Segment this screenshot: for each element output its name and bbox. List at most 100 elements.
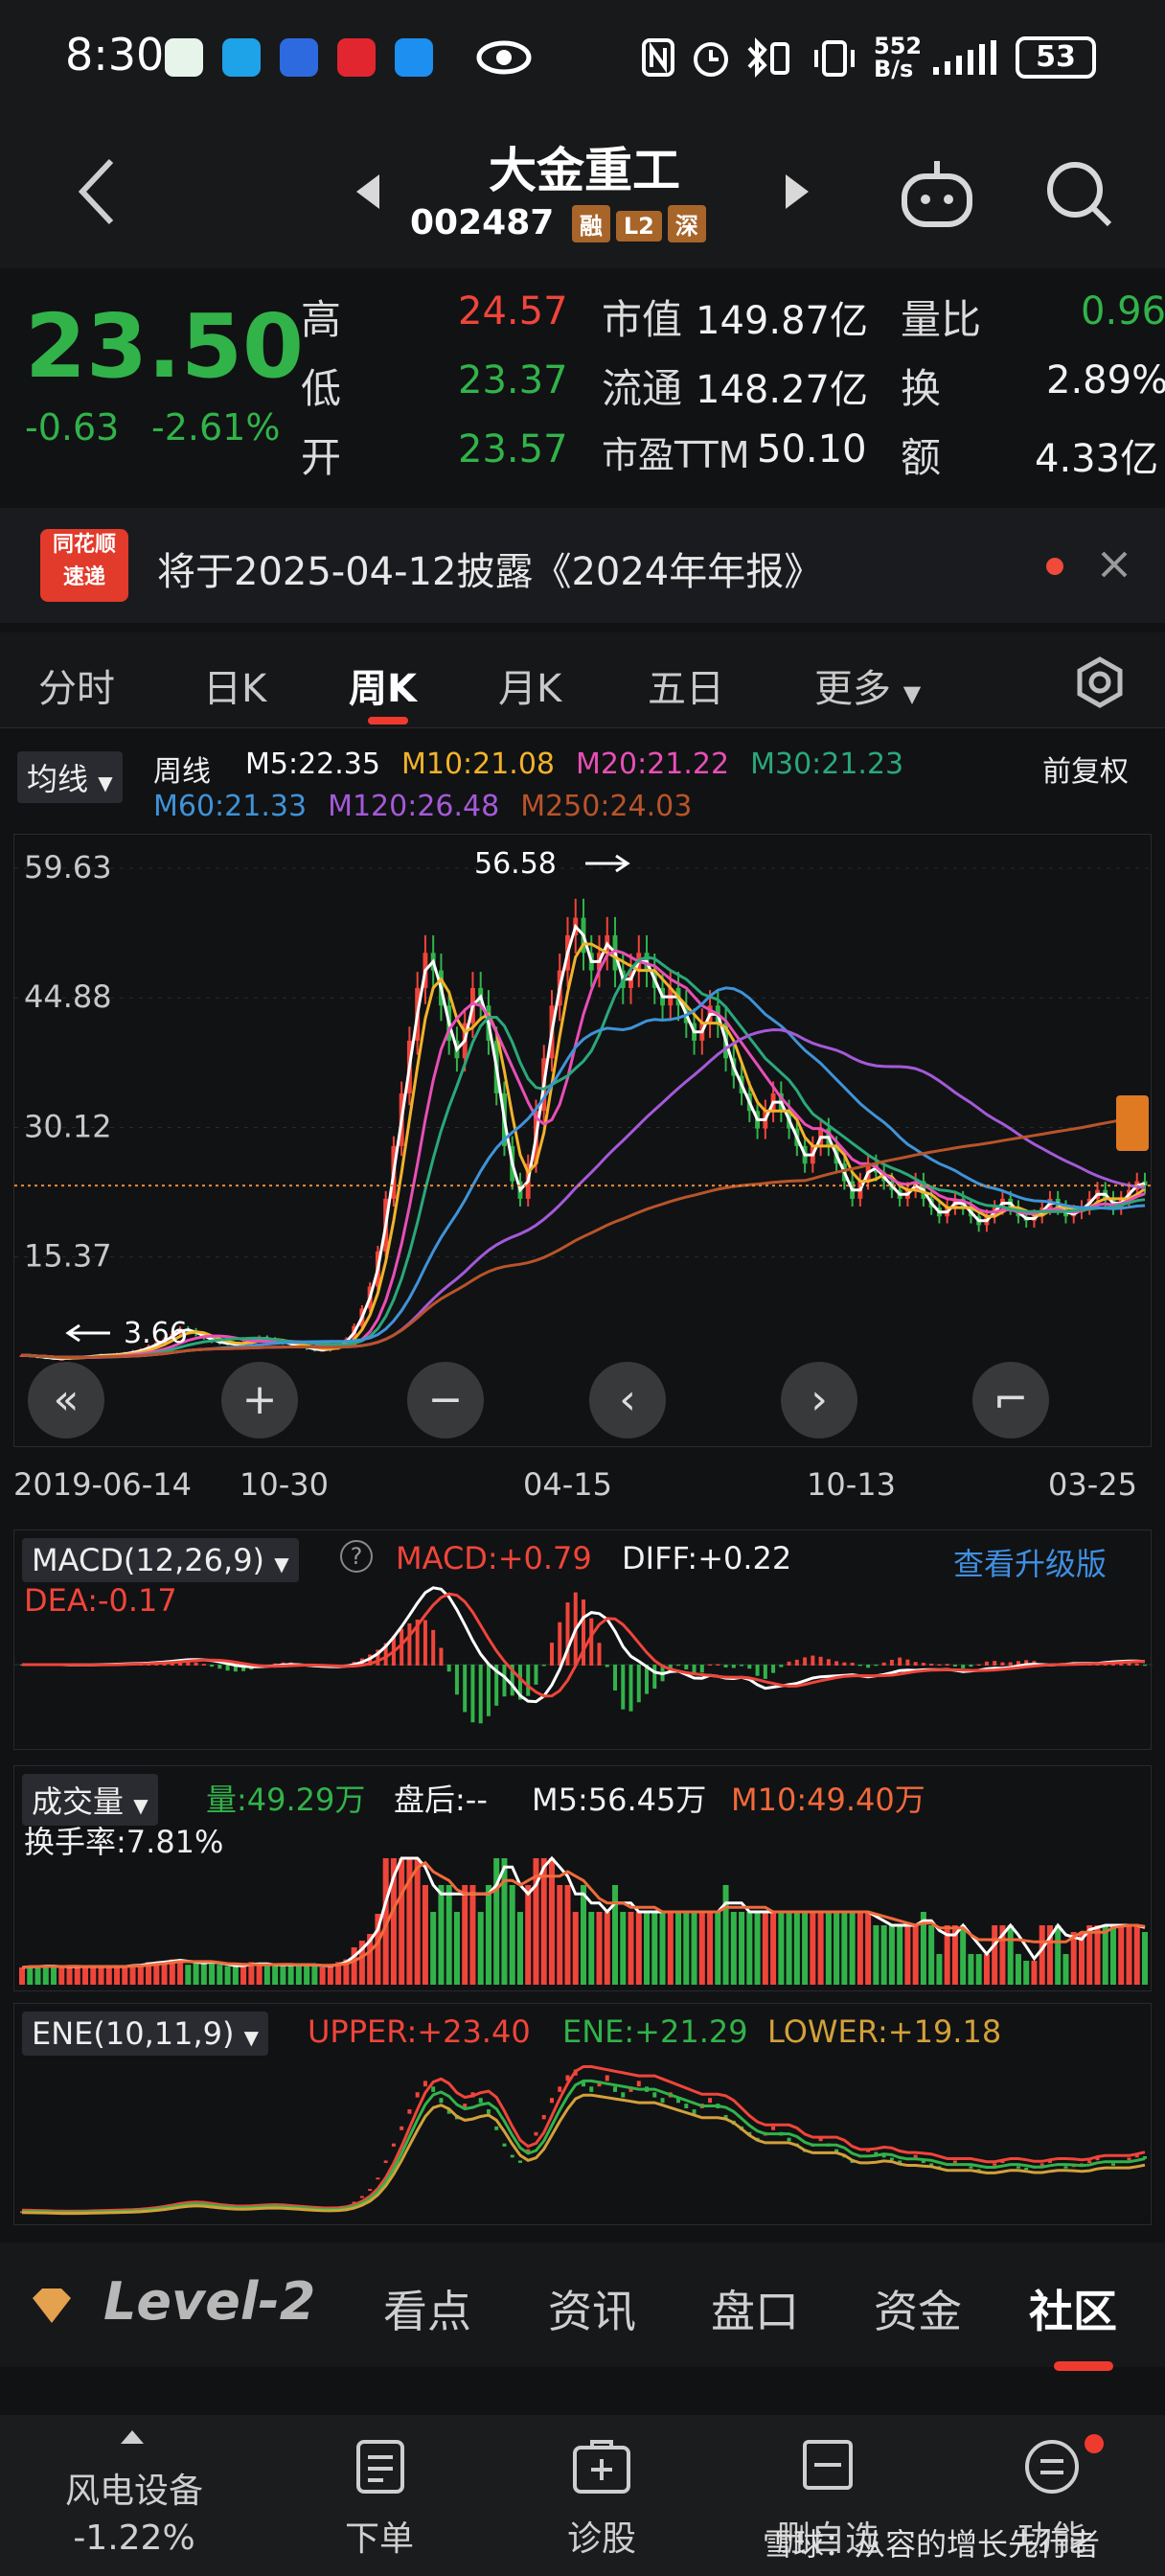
eye-icon [476,40,532,75]
macd-histogram-bar [881,1662,886,1666]
volume-bar [477,1912,484,1985]
macd-histogram-bar [723,1665,728,1668]
chart-control-fullscreen[interactable]: ⌐ [972,1362,1049,1438]
volume-bar [667,1912,674,1985]
tab-daily[interactable]: 日K [203,657,266,713]
macd-histogram-bar [803,1657,808,1666]
close-icon[interactable] [1100,550,1129,579]
volume-bar [1007,1925,1014,1985]
back-arrow-icon[interactable] [77,157,119,226]
tab-intraday[interactable]: 分时 [38,657,115,713]
macd-histogram-bar [541,1665,546,1667]
tab-news[interactable]: 资讯 [548,2277,636,2340]
upgrade-link[interactable]: 查看升级版 [953,1540,1107,1584]
volume-bar [224,1966,231,1985]
macd-histogram-bar [898,1657,902,1666]
volume-bar [778,1912,785,1985]
volume-bar [422,1885,428,1985]
order-icon [356,2440,404,2494]
label-float: 流通 [602,365,683,412]
diagnose-button[interactable]: 诊股 [525,2511,678,2561]
ene-candle [517,2160,522,2164]
search-icon[interactable] [1044,159,1113,228]
volume-bar [42,1966,49,1985]
tab-order-book[interactable]: 盘口 [711,2277,799,2340]
label-mcap: 市值 [602,296,683,343]
tag-level2: L2 [615,211,662,242]
robot-assistant-icon[interactable] [899,157,975,230]
ene-dropdown[interactable]: ENE(10,11,9) ▼ [22,2012,269,2056]
volume-bar [82,1967,89,1985]
vol-m10-value: M10:49.40万 [731,1782,925,1818]
ene-lower-value: LOWER:+19.18 [767,2013,1002,2050]
volume-bar [114,1966,121,1985]
macd-histogram-bar [779,1665,784,1668]
prev-stock-icon[interactable] [354,172,381,211]
volume-bar [272,1965,279,1985]
adjust-mode[interactable]: 前复权 [1042,748,1129,790]
ene-candle [692,2109,697,2114]
ene-candle [1087,2160,1092,2164]
y-tick-label: 59.63 [24,849,112,886]
volume-bar [129,1965,136,1985]
tab-community[interactable]: 社区 [1029,2277,1117,2340]
macd-histogram-bar [961,1665,966,1668]
indicator-type-dropdown[interactable]: 均线 ▼ [17,751,123,803]
macd-histogram-bar [945,1664,949,1666]
volume-bar [888,1925,895,1985]
macd-histogram-bar [1008,1662,1013,1666]
macd-histogram-bar [747,1665,752,1669]
min-price-label: 3.66 [124,1317,188,1350]
volume-bar [51,1966,57,1985]
sector-name[interactable]: 风电设备 [19,2463,249,2513]
x-tick-label: 10-30 [240,1466,329,1503]
tab-capital[interactable]: 资金 [874,2277,962,2340]
next-stock-icon[interactable] [784,172,811,211]
macd-dropdown[interactable]: MACD(12,26,9) ▼ [22,1538,299,1582]
ma-line [21,1027,1146,1359]
chart-control-right[interactable]: › [781,1362,857,1438]
volume-bar [651,1912,658,1985]
announcement-text: 将于2025-04-12披露《2024年年报》 [157,550,823,594]
kline-chart[interactable]: 59.63 44.88 30.12 15.37 56.58 3.66 [14,835,1153,1448]
macd-histogram-bar [731,1665,736,1668]
chart-control-collapse[interactable]: « [28,1362,104,1438]
tab-level2[interactable]: Level-2 [103,2271,315,2332]
chart-control-zoom-out[interactable]: − [407,1362,484,1438]
quote-panel: 23.50 -0.63 -2.61% 高 低 开 24.57 23.37 23.… [0,268,1165,508]
chart-control-left[interactable]: ‹ [589,1362,666,1438]
label-open: 开 [301,434,342,481]
macd-histogram-bar [771,1665,776,1673]
ene-candle [376,2177,380,2180]
kline-chart-panel[interactable]: 59.63 44.88 30.12 15.37 56.58 3.66 « + − ‹ › … [13,834,1153,1448]
chart-settings-icon[interactable] [1073,656,1127,709]
price-change: -0.63 [25,406,120,448]
volume-bar [256,1965,263,1985]
announcement-bar[interactable]: 同花顺 速递 将于2025-04-12披露《2024年年报》 [0,508,1165,623]
volume-bar [453,1912,460,1985]
volume-bar [263,1965,270,1985]
logo-bottom-text: 速递 [62,565,105,589]
volume-bar [557,1885,563,1985]
community-tab-indicator [1054,2361,1113,2371]
volume-bar [588,1912,595,1985]
tab-weekly[interactable]: 周K [349,657,417,713]
macd-histogram-bar [708,1664,713,1666]
tab-five-day[interactable]: 五日 [648,657,724,713]
status-time: 8:30 [65,29,165,80]
volume-bar [739,1912,745,1985]
ene-candle [391,2143,396,2147]
tab-more[interactable]: 更多 ▼ [814,657,921,713]
volume-bar [620,1912,627,1985]
y-tick-label: 30.12 [24,1108,112,1144]
order-button[interactable]: 下单 [303,2511,456,2561]
help-icon[interactable]: ? [340,1540,373,1573]
volume-bar [992,1925,998,1985]
min-arrow-icon [65,1323,110,1343]
macd-histogram-bar [439,1647,444,1666]
chart-control-zoom-in[interactable]: + [221,1362,298,1438]
tab-monthly[interactable]: 月K [498,657,561,713]
tab-highlights[interactable]: 看点 [383,2277,471,2340]
vibrate-icon [814,40,855,77]
ene-candle [1016,2166,1020,2169]
